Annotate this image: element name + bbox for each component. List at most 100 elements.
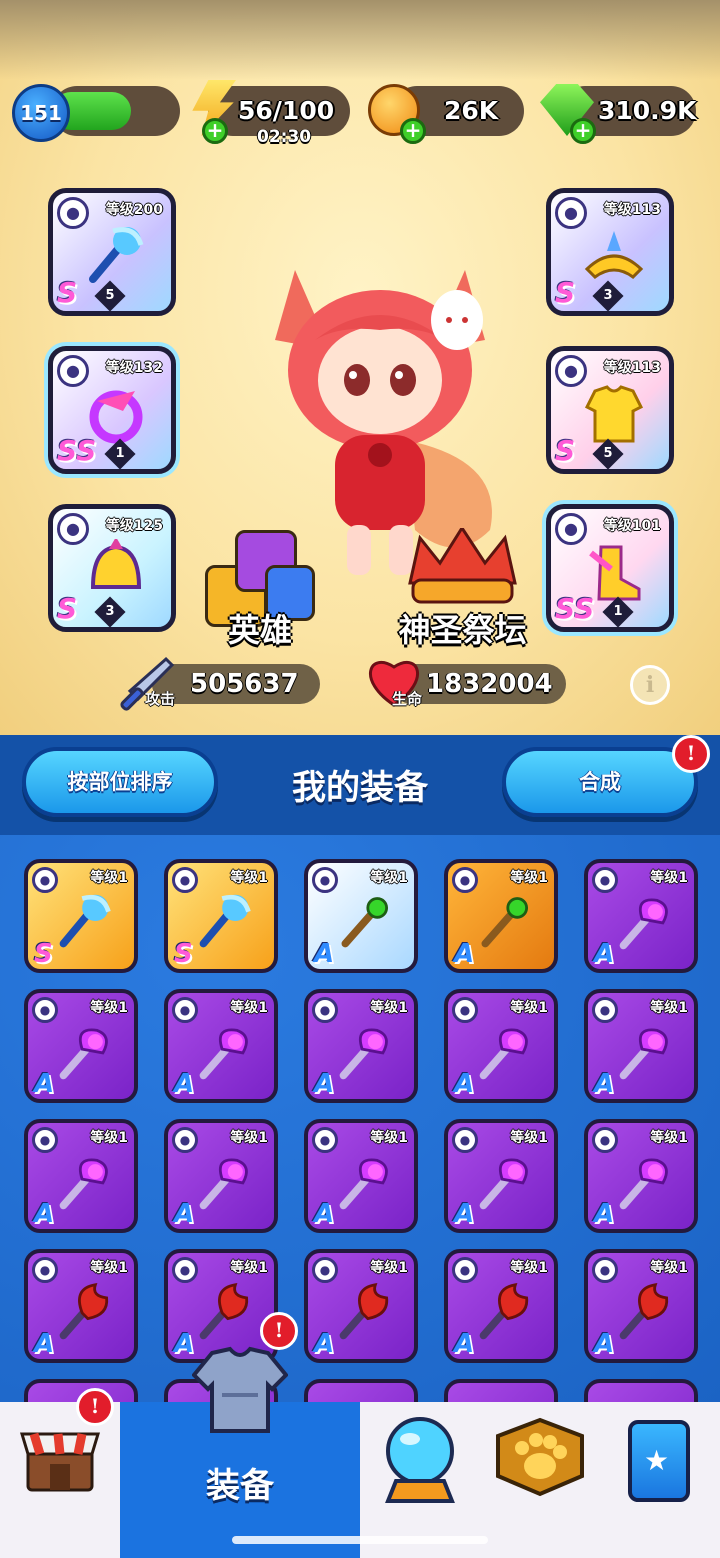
item-category-icon: ● [172, 1127, 198, 1153]
equipped-slot[interactable]: ● 等级113 S 5 [546, 346, 674, 474]
item-rank: A [314, 1329, 335, 1359]
item-level: 等级1 [510, 1260, 548, 1276]
inventory-item[interactable]: ● 等级1 A [164, 1119, 278, 1233]
item-rank: A [174, 1199, 195, 1229]
item-category-icon: ● [172, 1257, 198, 1283]
slot-stars: 5 [592, 438, 624, 469]
star-card-icon: ★ [628, 1420, 690, 1502]
flame-staff-icon [619, 1282, 669, 1340]
player-level-badge[interactable]: 151 [12, 84, 70, 142]
item-category-icon: ● [452, 997, 478, 1023]
slot-rank: S [555, 434, 576, 467]
item-level: 等级1 [90, 1260, 128, 1276]
gem-plus-button[interactable]: + [570, 118, 596, 144]
equipped-slot[interactable]: ● 等级132 SS 1 [48, 346, 176, 474]
equipped-slot[interactable]: ● 等级200 S 5 [48, 188, 176, 316]
info-button[interactable]: i [630, 665, 670, 705]
inventory-item[interactable]: ● 等级1 A [304, 1119, 418, 1233]
slot-level: 等级132 [105, 360, 163, 376]
item-level: 等级1 [510, 1130, 548, 1146]
inventory-item[interactable]: ● 等级1 A [444, 1119, 558, 1233]
item-level: 等级1 [90, 1000, 128, 1016]
armor-icon [584, 385, 644, 443]
wand-icon [481, 897, 529, 948]
altar-label: 神圣祭坛 [398, 611, 527, 649]
slot-stars: 3 [592, 280, 624, 311]
wand-icon [341, 897, 389, 948]
item-category-icon: ● [312, 1127, 338, 1153]
item-category-icon: ● [592, 867, 618, 893]
item-rank: A [454, 939, 475, 969]
item-level: 等级1 [650, 1000, 688, 1016]
energy-plus-button[interactable]: + [202, 118, 228, 144]
inventory-item[interactable]: ● 等级1 A [24, 1249, 138, 1363]
inventory-item[interactable]: ● 等级1 A [584, 1249, 698, 1363]
inventory-item[interactable]: ● 等级1 A [444, 859, 558, 973]
flame-staff-icon [339, 1282, 389, 1340]
gem-value: 310.9K [598, 96, 697, 125]
inventory-item[interactable]: ● 等级1 A [584, 989, 698, 1103]
helmet-icon [90, 539, 142, 589]
item-category-icon: ● [312, 997, 338, 1023]
scepter-icon [479, 1158, 528, 1210]
item-category-icon: ● [32, 867, 58, 893]
flame-staff-icon [59, 1282, 109, 1340]
paw-icon[interactable] [492, 1416, 588, 1498]
item-rank: A [454, 1069, 475, 1099]
item-category-icon: ● [32, 1257, 58, 1283]
sort-by-slot-button[interactable]: 按部位排序 [22, 747, 218, 817]
scepter-icon [619, 898, 668, 950]
item-rank: A [314, 1069, 335, 1099]
crystal-ball-icon[interactable] [382, 1415, 458, 1507]
inventory-item[interactable]: ● 等级1 A [304, 859, 418, 973]
energy-timer: 02:30 [257, 127, 312, 147]
inventory-item[interactable]: ● 等级1 S [164, 859, 278, 973]
scepter-icon [59, 1158, 108, 1210]
scepter-icon [199, 1158, 248, 1210]
inventory-item[interactable]: ● 等级1 A [304, 989, 418, 1103]
inventory-item[interactable]: ● 等级1 A [164, 989, 278, 1103]
slot-rank: SS [57, 434, 97, 467]
altar-crown-icon [408, 528, 517, 604]
inventory-item[interactable]: ● 等级1 A [24, 989, 138, 1103]
my-equipment-title: 我的装备 [292, 768, 428, 808]
item-category-icon: ● [592, 997, 618, 1023]
inventory-item[interactable]: ● 等级1 A [584, 1119, 698, 1233]
inventory-item[interactable]: ● 等级1 S [24, 859, 138, 973]
inventory-item[interactable]: ● 等级1 A [304, 1249, 418, 1363]
attack-label: 攻击 [145, 690, 176, 708]
item-rank: A [34, 1329, 55, 1359]
armor-icon [192, 1346, 288, 1433]
item-category-icon: ● [172, 997, 198, 1023]
item-rank: S [34, 939, 53, 969]
item-category-icon: ● [452, 867, 478, 893]
equipped-slot[interactable]: ● 等级101 SS 1 [546, 504, 674, 632]
item-category-icon: ● [172, 867, 198, 893]
home-indicator[interactable] [232, 1536, 488, 1544]
item-level: 等级1 [510, 870, 548, 886]
slot-rank: S [555, 276, 576, 309]
equipped-slot[interactable]: ● 等级125 S 3 [48, 504, 176, 632]
item-level: 等级1 [370, 1130, 408, 1146]
item-rank: A [594, 1199, 615, 1229]
equipped-slot[interactable]: ● 等级113 S 3 [546, 188, 674, 316]
item-rank: A [34, 1199, 55, 1229]
item-level: 等级1 [650, 870, 688, 886]
item-rank: A [454, 1199, 475, 1229]
inventory-item[interactable]: ● 等级1 A [444, 989, 558, 1103]
merge-button[interactable]: 合成 [502, 747, 698, 817]
slot-stars: 1 [602, 596, 634, 627]
inventory-item[interactable]: ● 等级1 A [24, 1119, 138, 1233]
scepter-icon [339, 1158, 388, 1210]
item-level: 等级1 [230, 1000, 268, 1016]
slot-stars: 1 [104, 438, 136, 469]
nav-equipment-label: 装备 [206, 1466, 274, 1506]
item-category-icon: ● [592, 1257, 618, 1283]
coin-plus-button[interactable]: + [400, 118, 426, 144]
item-category-icon: ● [312, 867, 338, 893]
slot-rank: S [57, 276, 78, 309]
attack-stat: 505637 [152, 664, 320, 704]
item-level: 等级1 [90, 870, 128, 886]
inventory-item[interactable]: ● 等级1 A [584, 859, 698, 973]
inventory-item[interactable]: ● 等级1 A [444, 1249, 558, 1363]
